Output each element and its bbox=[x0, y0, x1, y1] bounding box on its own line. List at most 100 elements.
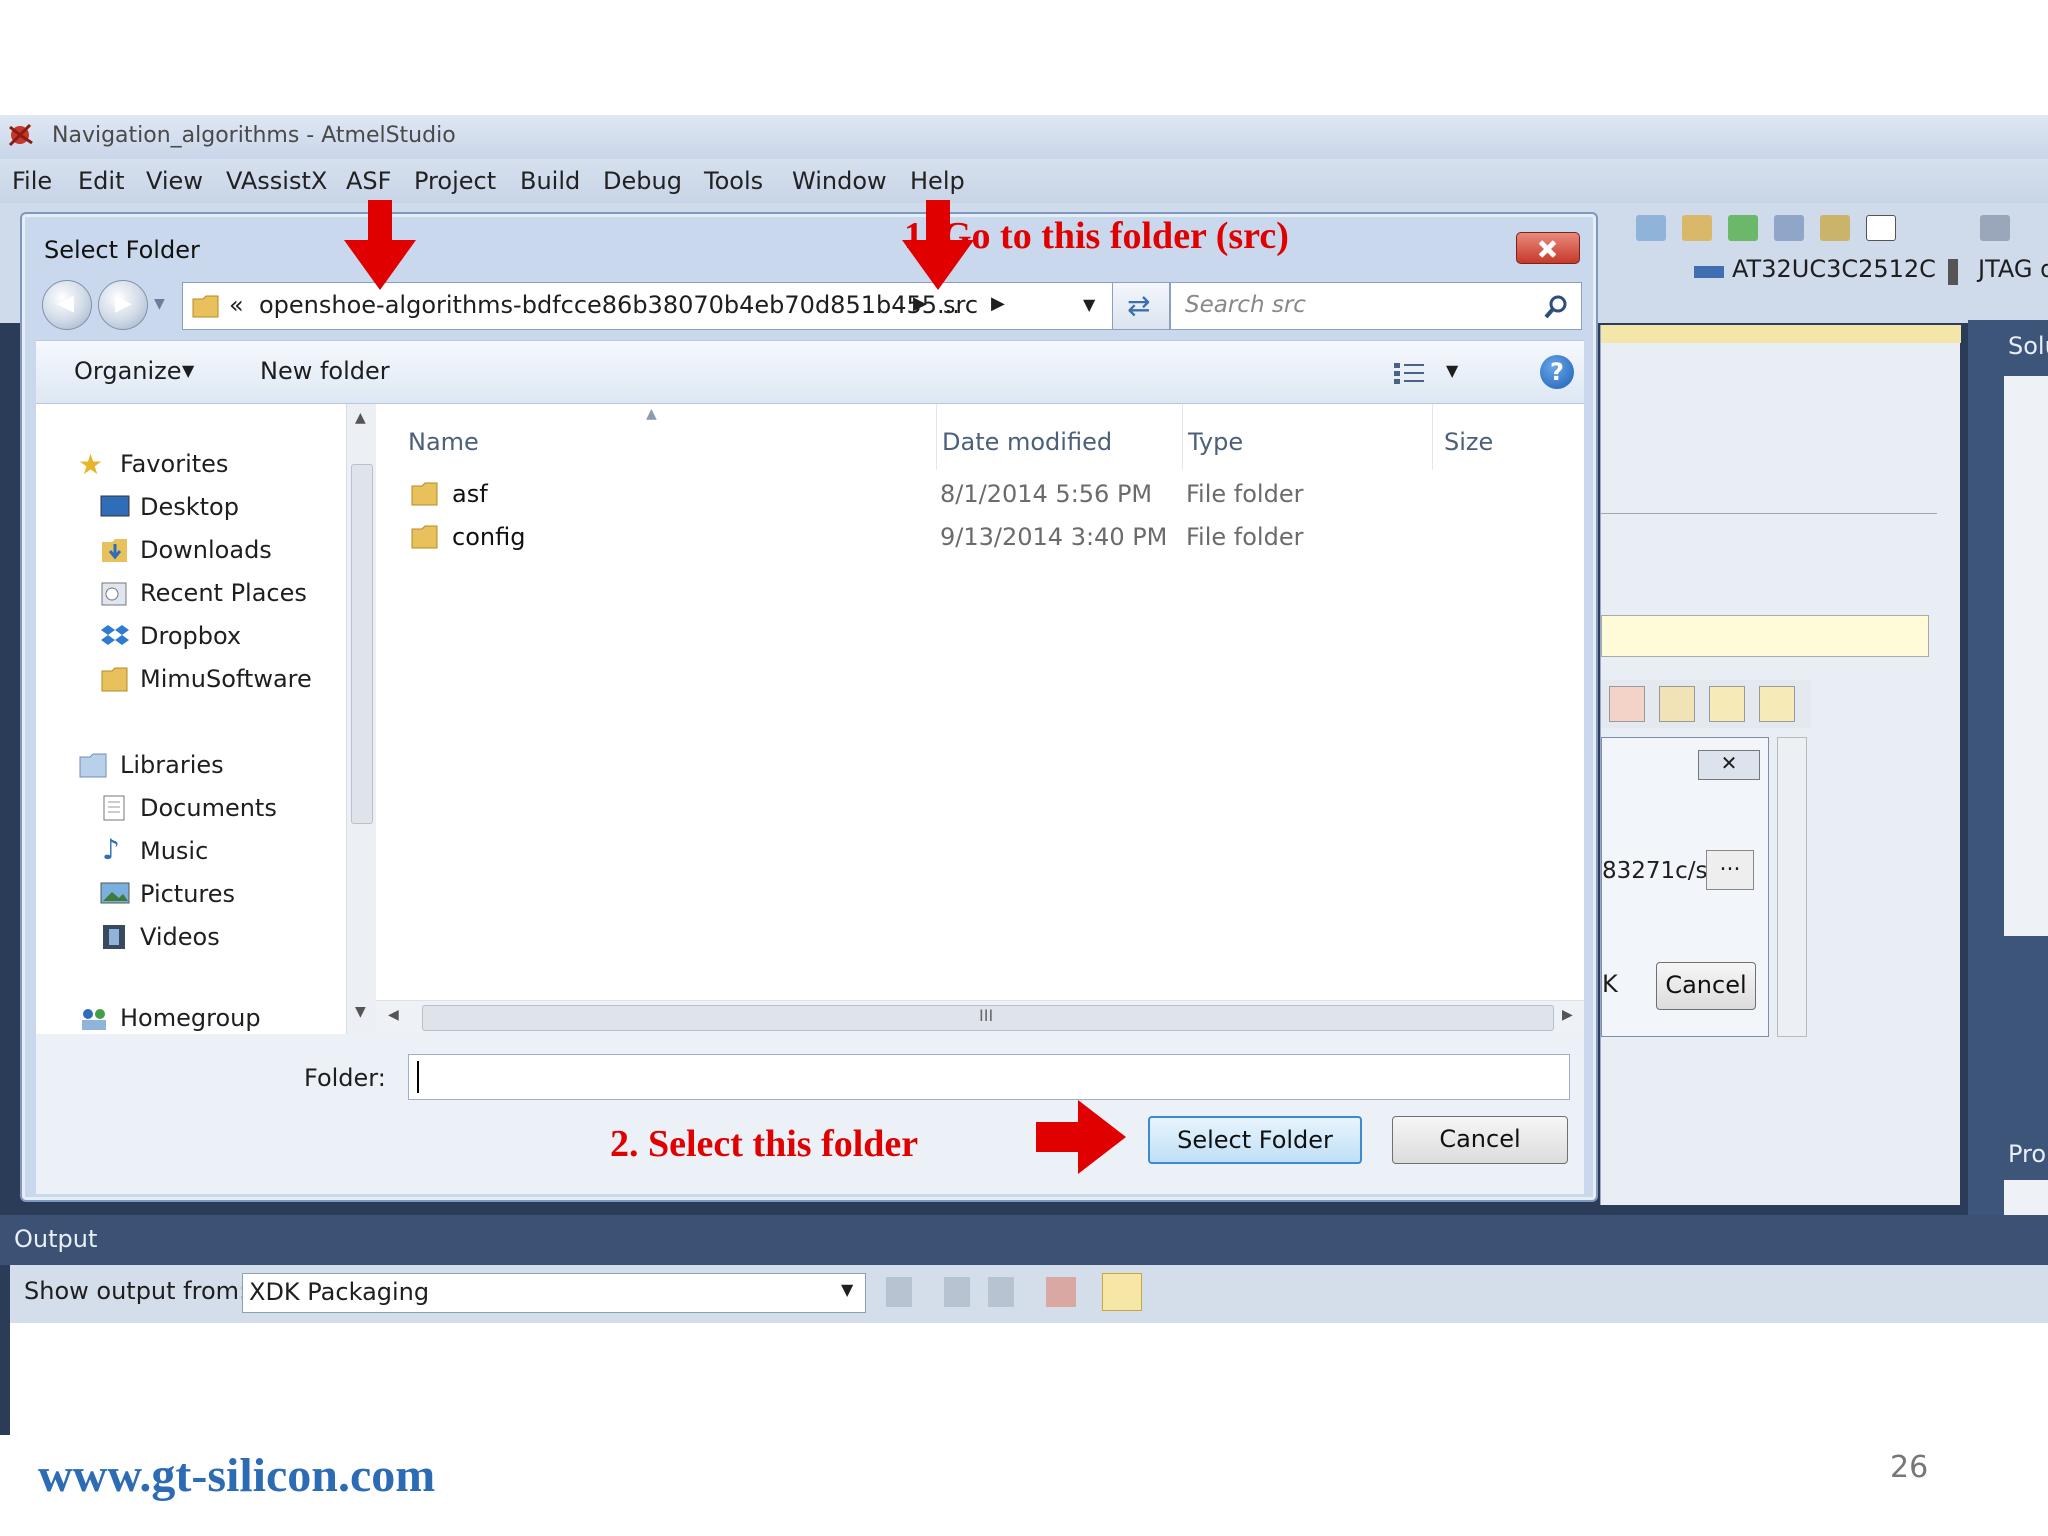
back-button[interactable]: ◀ bbox=[42, 280, 92, 330]
menu-view[interactable]: View bbox=[146, 167, 203, 195]
menu-window[interactable]: Window bbox=[792, 167, 887, 195]
chevron-down-icon[interactable]: ▼ bbox=[1083, 295, 1095, 314]
nav-label: Pictures bbox=[140, 880, 236, 908]
menu-vassistx[interactable]: VAssistX bbox=[226, 167, 327, 195]
toolbar-run-icon[interactable] bbox=[1728, 215, 1758, 241]
output-source-select[interactable]: XDK Packaging ▼ bbox=[242, 1273, 866, 1313]
menu-project[interactable]: Project bbox=[414, 167, 496, 195]
address-overflow[interactable]: « bbox=[229, 291, 244, 319]
new-folder-button[interactable]: New folder bbox=[260, 357, 390, 385]
breadcrumb-arrow-icon[interactable]: ▶ bbox=[913, 293, 927, 314]
file-date: 8/1/2014 5:56 PM bbox=[940, 480, 1153, 508]
nav-label: Recent Places bbox=[140, 579, 307, 607]
menu-asf[interactable]: ASF bbox=[346, 167, 391, 195]
toolbar-terminal-icon[interactable] bbox=[1866, 215, 1896, 241]
annotation-step1: 1. Go to this folder (src) bbox=[904, 215, 1289, 257]
dropbox-icon bbox=[101, 625, 129, 645]
move-down-icon[interactable] bbox=[1759, 686, 1795, 722]
address-bar[interactable]: « openshoe-algorithms-bdfcce86b38070b4eb… bbox=[182, 282, 1152, 330]
ide-title-bar: Navigation_algorithms - AtmelStudio bbox=[0, 115, 2048, 159]
subdialog-cancel-button[interactable]: Cancel bbox=[1656, 962, 1756, 1010]
subdialog-path: 83271c/s bbox=[1602, 858, 1708, 884]
address-current[interactable]: src bbox=[943, 291, 978, 319]
move-up-icon[interactable] bbox=[1709, 686, 1745, 722]
refresh-icon: ⇄ bbox=[1127, 289, 1151, 322]
column-type[interactable]: Type bbox=[1188, 428, 1243, 456]
table-row[interactable]: config 9/13/2014 3:40 PM File folder bbox=[376, 517, 1584, 557]
view-options-icon[interactable] bbox=[1392, 361, 1426, 387]
file-type: File folder bbox=[1186, 480, 1304, 508]
menu-build[interactable]: Build bbox=[520, 167, 580, 195]
videos-icon bbox=[103, 925, 125, 949]
help-icon[interactable]: ? bbox=[1540, 355, 1574, 389]
column-size[interactable]: Size bbox=[1444, 428, 1493, 456]
toolbar-find-icon[interactable] bbox=[1636, 215, 1666, 241]
desktop-icon bbox=[100, 495, 130, 517]
device-label[interactable]: AT32UC3C2512C bbox=[1732, 255, 1936, 283]
star-icon: ★ bbox=[78, 448, 104, 481]
solution-explorer-strip: Solu Pro bbox=[1968, 320, 2048, 1320]
properties-tab[interactable]: Pro bbox=[2008, 1140, 2046, 1168]
background-input[interactable] bbox=[1601, 615, 1929, 657]
folder-label: Folder: bbox=[304, 1064, 386, 1092]
select-folder-button[interactable]: Select Folder bbox=[1148, 1116, 1362, 1164]
nav-scrollbar[interactable]: ▲ ▼ bbox=[346, 404, 376, 1034]
output-next-icon[interactable] bbox=[988, 1277, 1014, 1307]
browse-button[interactable]: ... bbox=[1706, 850, 1754, 890]
search-input[interactable]: Search src bbox=[1170, 282, 1582, 330]
column-date-modified[interactable]: Date modified bbox=[942, 428, 1112, 456]
menu-tools[interactable]: Tools bbox=[704, 167, 763, 195]
toolbar-open-icon[interactable] bbox=[1682, 215, 1712, 241]
breadcrumb-arrow-icon[interactable]: ▶ bbox=[991, 293, 1005, 314]
forward-button[interactable]: ▶ bbox=[98, 280, 148, 330]
subdialog-scrollbar[interactable] bbox=[1777, 737, 1807, 1037]
tool-label[interactable]: JTAG d bbox=[1978, 255, 2048, 283]
subdialog-close-icon[interactable]: ✕ bbox=[1698, 750, 1760, 780]
chevron-down-icon[interactable]: ▼ bbox=[1446, 361, 1458, 380]
close-icon[interactable] bbox=[1516, 232, 1580, 264]
scroll-right-icon[interactable]: ▶ bbox=[1562, 1007, 1573, 1023]
annotation-step2: 2. Select this folder bbox=[610, 1123, 919, 1165]
output-content bbox=[10, 1323, 2048, 1435]
chevron-down-icon: ▼ bbox=[841, 1280, 854, 1299]
menu-file[interactable]: File bbox=[12, 167, 52, 195]
folder-icon bbox=[411, 482, 438, 506]
table-row[interactable]: asf 8/1/2014 5:56 PM File folder bbox=[376, 474, 1584, 514]
pictures-icon bbox=[100, 882, 130, 904]
folder-icon bbox=[101, 667, 128, 692]
output-find-icon[interactable] bbox=[886, 1277, 912, 1307]
column-name[interactable]: Name bbox=[408, 428, 479, 456]
folder-input[interactable] bbox=[408, 1054, 1570, 1100]
output-prev-icon[interactable] bbox=[944, 1277, 970, 1307]
footer-site[interactable]: www.gt-silicon.com bbox=[38, 1448, 435, 1503]
recent-locations-icon[interactable]: ▼ bbox=[154, 296, 165, 312]
menu-edit[interactable]: Edit bbox=[78, 167, 124, 195]
clear-all-icon[interactable] bbox=[1046, 1277, 1076, 1307]
toolbar-windows-icon[interactable] bbox=[1774, 215, 1804, 241]
background-icon-strip bbox=[1601, 680, 1811, 728]
documents-icon bbox=[103, 795, 125, 821]
solution-tab[interactable]: Solu bbox=[2008, 332, 2048, 360]
toolbar-indent-icon[interactable] bbox=[1980, 215, 2010, 241]
refresh-button[interactable]: ⇄ bbox=[1112, 282, 1170, 330]
menu-bar: File Edit View VAssistX ASF Project Buil… bbox=[0, 159, 2048, 203]
subdialog-ok-fragment[interactable]: K bbox=[1602, 970, 1618, 998]
word-wrap-icon[interactable] bbox=[1102, 1273, 1142, 1311]
scroll-thumb[interactable] bbox=[351, 464, 373, 824]
scroll-grip: III bbox=[979, 1006, 994, 1025]
scroll-down-icon[interactable]: ▼ bbox=[355, 1004, 366, 1020]
organize-button[interactable]: Organize bbox=[74, 357, 182, 385]
address-segment[interactable]: openshoe-algorithms-bdfcce86b38070b4eb70… bbox=[259, 291, 960, 319]
delete-item-icon[interactable] bbox=[1609, 686, 1645, 722]
device-chip-icon bbox=[1694, 266, 1724, 278]
cancel-button[interactable]: Cancel bbox=[1392, 1116, 1568, 1164]
scroll-left-icon[interactable]: ◀ bbox=[388, 1007, 399, 1023]
toolbar-tools-icon[interactable] bbox=[1820, 215, 1850, 241]
nav-label: Dropbox bbox=[140, 622, 242, 650]
menu-help[interactable]: Help bbox=[910, 167, 965, 195]
scroll-up-icon[interactable]: ▲ bbox=[355, 410, 366, 426]
edit-item-icon[interactable] bbox=[1659, 686, 1695, 722]
file-list-hscrollbar[interactable]: ◀ III ▶ bbox=[376, 1000, 1584, 1034]
scroll-thumb[interactable]: III bbox=[422, 1005, 1554, 1031]
menu-debug[interactable]: Debug bbox=[603, 167, 682, 195]
